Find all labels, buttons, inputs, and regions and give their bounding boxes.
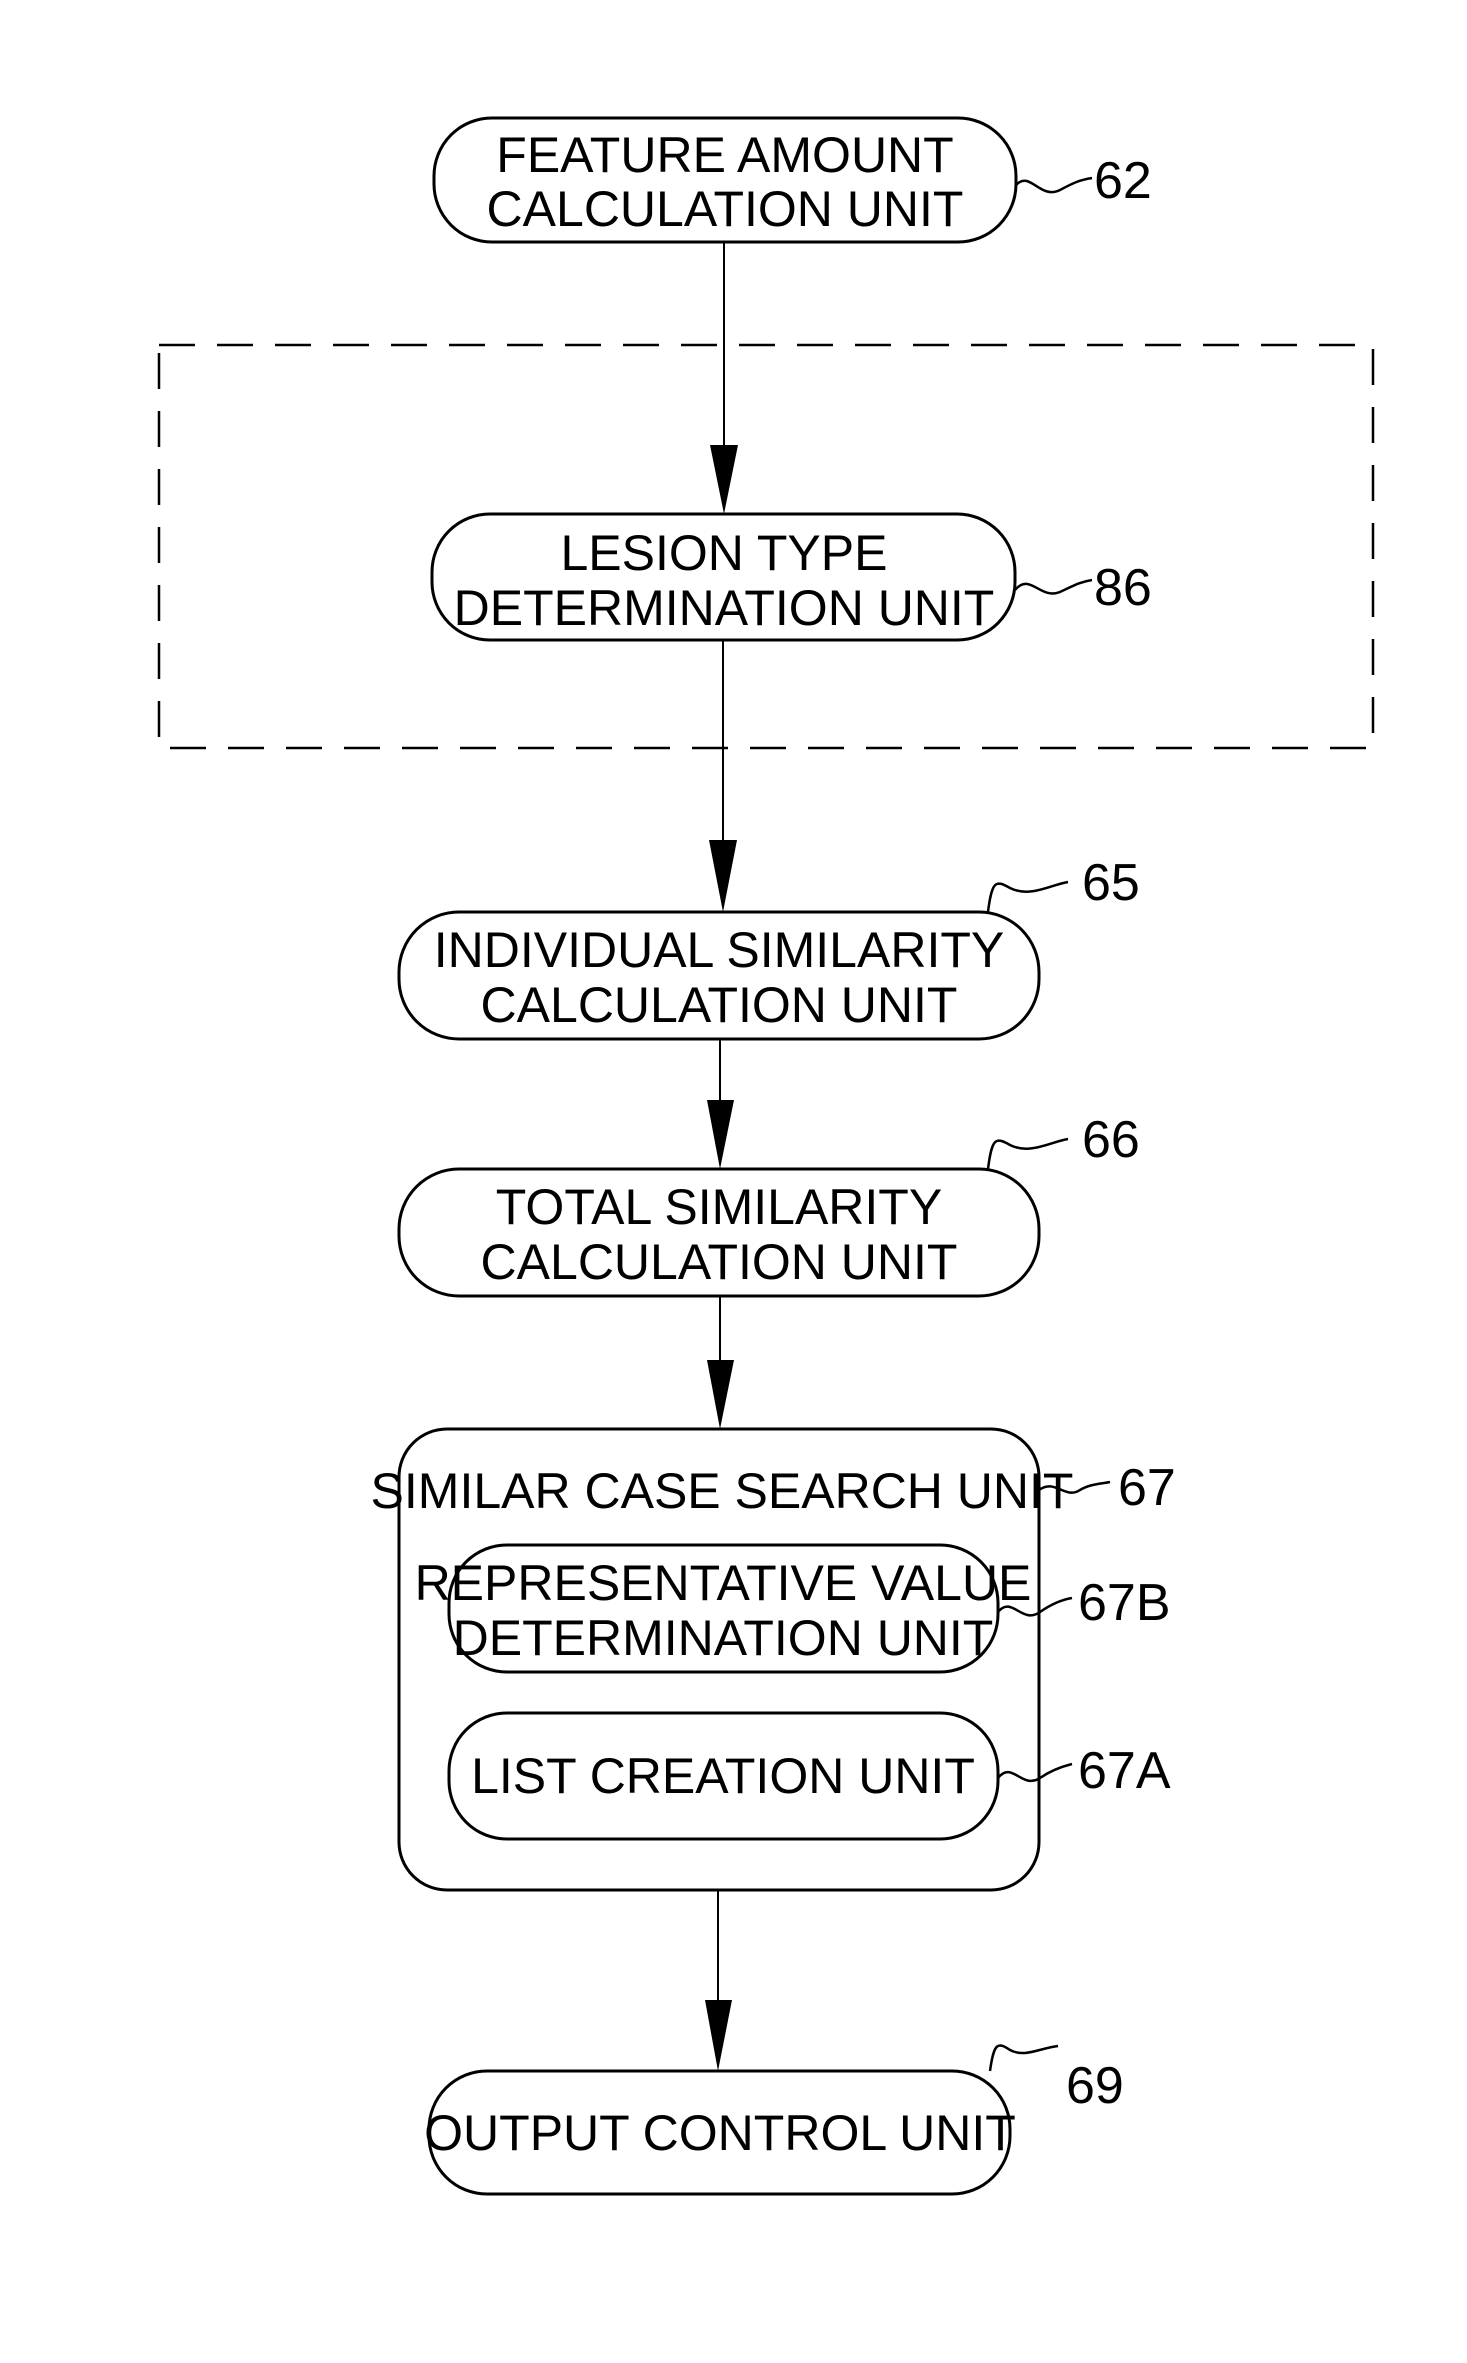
leader-line-62 (1015, 176, 1093, 194)
node-similar-case-search-unit: SIMILAR CASE SEARCH UNIT 67 REPRESENTATI… (371, 1427, 1176, 1892)
arrowhead-66 (707, 1100, 734, 1169)
leader-line-86 (1014, 578, 1093, 595)
ref-label-67B: 67B (1078, 1574, 1171, 1632)
node-feature-amount-calculation-unit: FEATURE AMOUNT CALCULATION UNIT 62 (432, 116, 1152, 244)
node-list-creation-unit: LIST CREATION UNIT 67A (447, 1711, 1171, 1841)
node-62-line-2: CALCULATION UNIT (487, 181, 964, 237)
ref-label-66: 66 (1082, 1111, 1140, 1169)
ref-label-69: 69 (1066, 2057, 1124, 2115)
node-66-line-1: TOTAL SIMILARITY (496, 1179, 942, 1235)
ref-label-65: 65 (1082, 854, 1140, 912)
node-67-title: SIMILAR CASE SEARCH UNIT (371, 1463, 1074, 1519)
node-representative-value-determination-unit: REPRESENTATIVE VALUE DETERMINATION UNIT … (415, 1543, 1171, 1674)
node-66-line-2: CALCULATION UNIT (481, 1234, 958, 1290)
arrowhead-69 (705, 2000, 732, 2071)
leader-line-69 (988, 2044, 1059, 2072)
ref-label-62: 62 (1094, 152, 1152, 210)
node-output-control-unit: OUTPUT CONTROL UNIT 69 (424, 2044, 1124, 2196)
ref-label-67A: 67A (1078, 1742, 1171, 1800)
node-67B-line-1: REPRESENTATIVE VALUE (415, 1555, 1032, 1611)
arrowhead-67 (707, 1360, 734, 1429)
node-67A-line-1: LIST CREATION UNIT (471, 1748, 975, 1804)
node-total-similarity-calculation-unit: TOTAL SIMILARITY CALCULATION UNIT 66 (397, 1111, 1140, 1298)
node-69-line-1: OUTPUT CONTROL UNIT (424, 2105, 1016, 2161)
ref-label-67: 67 (1118, 1459, 1176, 1517)
block-diagram: FEATURE AMOUNT CALCULATION UNIT 62 LESIO… (157, 116, 1375, 2196)
arrowhead-86 (710, 445, 738, 514)
node-86-line-2: DETERMINATION UNIT (454, 580, 995, 636)
node-lesion-type-determination-unit: LESION TYPE DETERMINATION UNIT 86 (430, 512, 1152, 642)
node-62-line-1: FEATURE AMOUNT (496, 127, 953, 183)
node-67B-line-2: DETERMINATION UNIT (453, 1610, 994, 1666)
leader-line-65 (986, 880, 1069, 913)
node-65-line-2: CALCULATION UNIT (481, 977, 958, 1033)
arrowhead-65 (709, 840, 737, 912)
node-individual-similarity-calculation-unit: INDIVIDUAL SIMILARITY CALCULATION UNIT 6… (397, 854, 1140, 1041)
leader-line-66 (986, 1137, 1069, 1170)
node-65-line-1: INDIVIDUAL SIMILARITY (434, 922, 1004, 978)
node-86-line-1: LESION TYPE (561, 525, 888, 581)
ref-label-86: 86 (1094, 559, 1152, 617)
